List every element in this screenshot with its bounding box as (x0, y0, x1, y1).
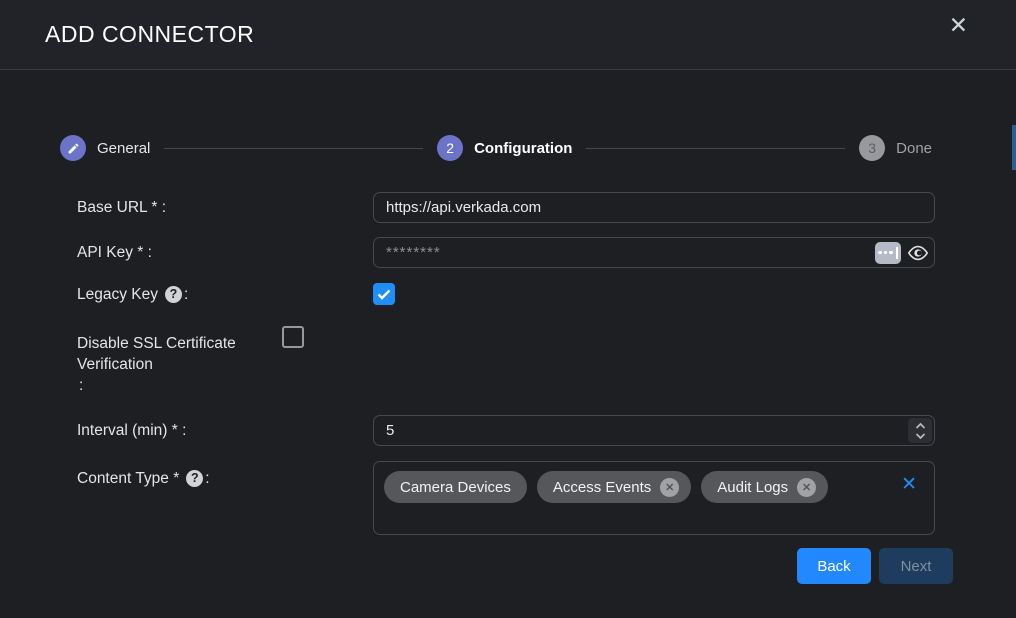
step-configuration[interactable]: 2 Configuration (437, 135, 572, 161)
chip-remove-icon[interactable]: ✕ (797, 478, 816, 497)
chip-label: Camera Devices (400, 479, 511, 496)
configuration-form: Base URL * : API Key * : (0, 192, 1016, 535)
interval-row: Interval (min) * : (77, 415, 1016, 446)
legacy-key-row: Legacy Key ? : (77, 283, 1016, 305)
chip-audit-logs[interactable]: Audit Logs ✕ (701, 471, 828, 503)
back-button[interactable]: Back (797, 548, 871, 584)
help-icon[interactable]: ? (186, 470, 203, 487)
step-done[interactable]: 3 Done (859, 135, 932, 161)
interval-input[interactable] (373, 415, 935, 446)
step-general[interactable]: General (60, 135, 150, 161)
base-url-label: Base URL * : (77, 197, 166, 218)
clear-all-icon[interactable]: ✕ (901, 475, 917, 494)
step-general-label: General (97, 140, 150, 157)
step-done-label: Done (896, 140, 932, 157)
modal-header: ADD CONNECTOR ✕ (0, 0, 1016, 70)
chip-label: Access Events (553, 479, 651, 496)
step-configuration-label: Configuration (474, 140, 572, 157)
next-button[interactable]: Next (879, 548, 953, 584)
page-title: ADD CONNECTOR (45, 21, 254, 48)
base-url-input[interactable] (373, 192, 935, 223)
legacy-key-label: Legacy Key (77, 284, 158, 305)
close-icon[interactable]: ✕ (949, 14, 968, 37)
base-url-row: Base URL * : (77, 192, 1016, 223)
footer-actions: Back Next (0, 548, 953, 584)
legacy-key-checkbox[interactable] (373, 283, 395, 305)
api-key-row: API Key * : (77, 237, 1016, 268)
stepper-line (164, 148, 423, 149)
api-key-label: API Key * : (77, 242, 152, 263)
chip-remove-icon[interactable]: ✕ (660, 478, 679, 497)
content-type-row: Content Type * ? : Camera Devices Access… (77, 461, 1016, 535)
password-manager-icon[interactable] (875, 242, 901, 264)
interval-label: Interval (min) * : (77, 420, 186, 441)
chip-access-events[interactable]: Access Events ✕ (537, 471, 691, 503)
step-2-badge: 2 (437, 135, 463, 161)
disable-ssl-row: Disable SSL Certificate Verification : (77, 326, 1016, 396)
content-type-colon: : (205, 468, 209, 489)
disable-ssl-label: Disable SSL Certificate Verification (77, 333, 242, 375)
eye-icon[interactable] (907, 245, 929, 261)
stepper-line (586, 148, 845, 149)
help-icon[interactable]: ? (165, 286, 182, 303)
disable-ssl-colon: : (79, 375, 83, 396)
edge-scroll-artifact (1012, 125, 1016, 170)
chip-camera-devices[interactable]: Camera Devices (384, 471, 527, 503)
number-stepper-icon[interactable] (908, 418, 932, 443)
api-key-input[interactable] (373, 237, 935, 268)
content-type-label: Content Type * (77, 468, 179, 489)
wizard-stepper: General 2 Configuration 3 Done (60, 135, 932, 161)
legacy-key-colon: : (184, 284, 188, 305)
disable-ssl-checkbox[interactable] (282, 326, 304, 348)
content-type-multiselect[interactable]: Camera Devices Access Events ✕ Audit Log… (373, 461, 935, 535)
pencil-icon (60, 135, 86, 161)
chip-label: Audit Logs (717, 479, 788, 496)
step-3-badge: 3 (859, 135, 885, 161)
